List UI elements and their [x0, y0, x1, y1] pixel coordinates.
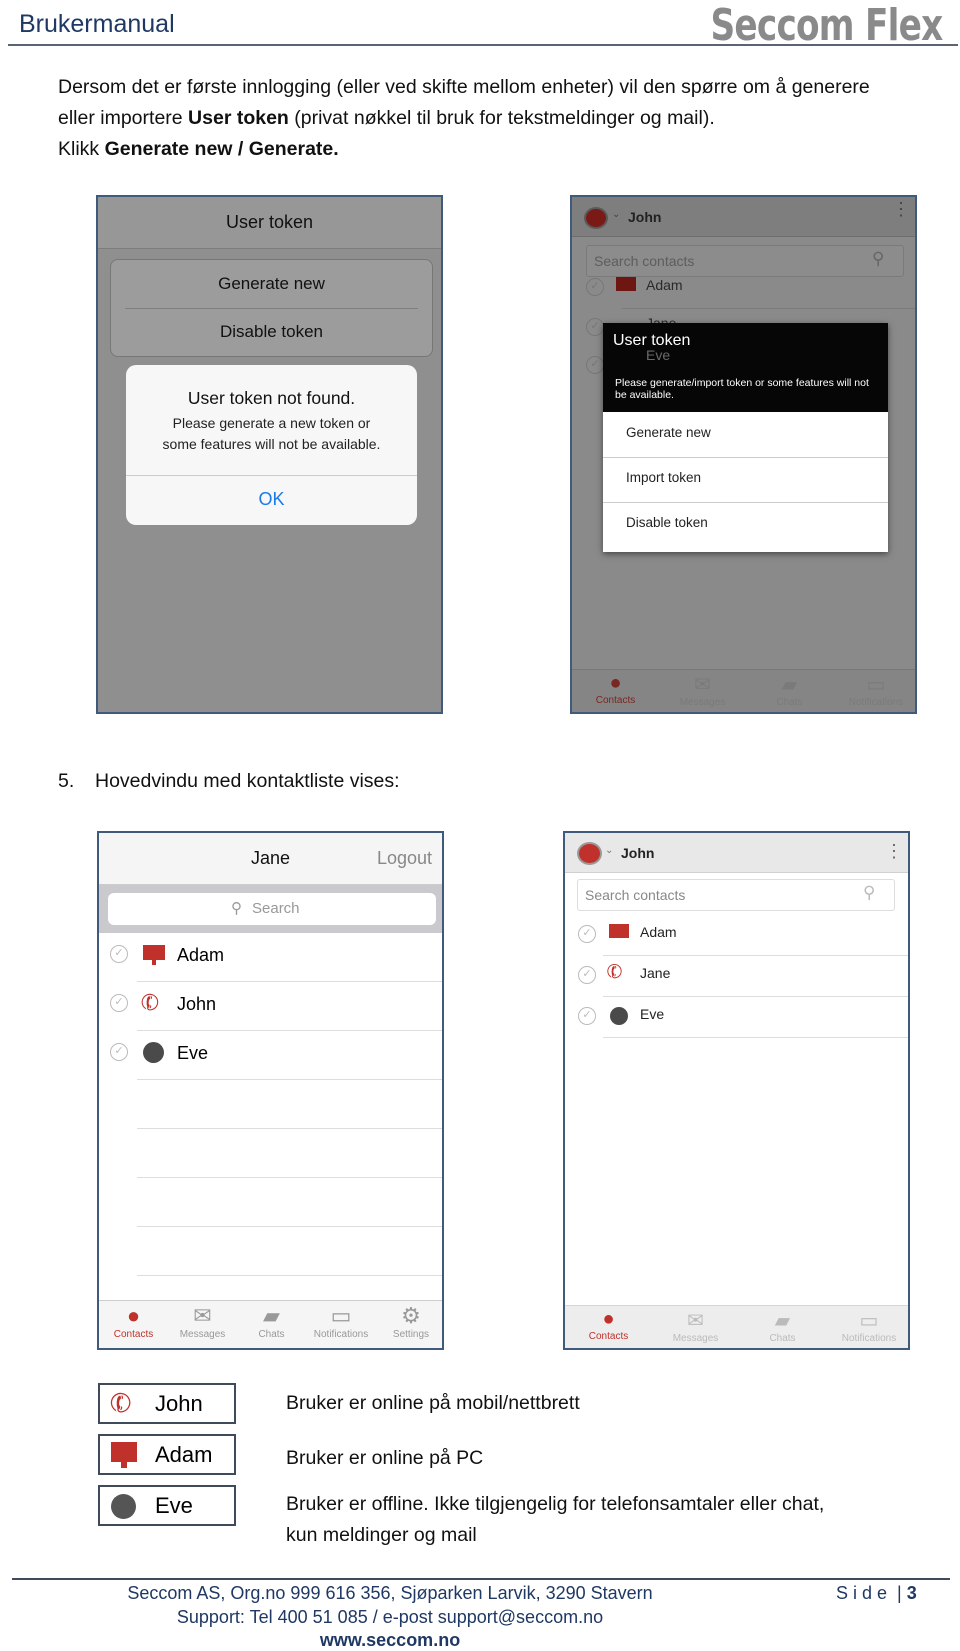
- import-token-button[interactable]: Import token: [626, 470, 701, 485]
- logout-button[interactable]: Logout: [377, 848, 432, 869]
- footer-divider: [12, 1578, 950, 1580]
- tab-contacts[interactable]: ● Contacts: [99, 1303, 168, 1340]
- person-icon: ●: [609, 672, 622, 694]
- search-icon[interactable]: ⚲: [872, 249, 884, 269]
- generate-new-button[interactable]: Generate new: [626, 425, 711, 440]
- ios-main-screenshot: Jane Logout ⚲ Search ✓ Adam ✓ ✆ John ✓ E…: [97, 831, 444, 1350]
- gear-icon: ⚙: [401, 1303, 421, 1328]
- status-indicator-icon[interactable]: [577, 842, 602, 865]
- search-input[interactable]: Search contacts: [594, 253, 694, 269]
- contact-name[interactable]: Jane: [640, 965, 670, 981]
- step-5-text: Hovedvindu med kontaktliste vises:: [95, 770, 400, 792]
- intro-line-3: Klikk Generate new / Generate.: [58, 138, 339, 160]
- monitor-icon: [609, 924, 629, 938]
- envelope-icon: ✉: [694, 674, 711, 696]
- envelope-icon: ✉: [687, 1310, 704, 1332]
- contact-name[interactable]: Adam: [640, 924, 677, 940]
- page-label: S i d e | 3: [836, 1583, 917, 1603]
- android-main-screenshot: ⌄ John ⋮ Search contacts ⚲ ✓ Adam ✓ ✆ Ja…: [563, 831, 910, 1350]
- tab-messages[interactable]: ✉ Messages: [659, 672, 746, 708]
- status-indicator-icon[interactable]: [584, 207, 608, 229]
- contact-name[interactable]: Eve: [640, 1006, 664, 1022]
- phone-icon: ✆: [603, 959, 627, 986]
- dialog-message: Please generate/import token or some fea…: [615, 377, 869, 401]
- search-icon: ⚲: [231, 900, 242, 917]
- legend-name: Eve: [155, 1493, 193, 1518]
- tab-contacts[interactable]: ● Contacts: [565, 1308, 652, 1342]
- action-sheet: Generate new Disable token: [110, 259, 433, 357]
- alert-dialog: User token not found. Please generate a …: [126, 365, 417, 525]
- legend-text: Bruker er online på PC: [286, 1447, 484, 1469]
- notice-board-icon: ▭: [859, 1310, 879, 1332]
- monitor-icon: [143, 945, 165, 960]
- legend-text-continued: kun meldinger og mail: [286, 1524, 477, 1546]
- tab-chats[interactable]: ▰ Chats: [746, 672, 833, 708]
- current-user: John: [621, 845, 655, 861]
- chat-bubbles-icon: ▰: [263, 1303, 280, 1328]
- search-input[interactable]: ⚲ Search: [108, 893, 436, 925]
- legend-name: Adam: [155, 1442, 213, 1467]
- intro-line-1: Dersom det er første innlogging (eller v…: [58, 76, 870, 98]
- phone-icon: ✆: [105, 1385, 137, 1421]
- tab-notifications[interactable]: ▭ Notifications: [833, 672, 915, 708]
- alert-title: User token not found.: [187, 388, 356, 408]
- alert-ok-button[interactable]: OK: [126, 489, 417, 510]
- overflow-menu-icon[interactable]: ⋮: [885, 841, 903, 862]
- step-5-number: 5.: [58, 770, 75, 792]
- android-token-screenshot: ⌄ John ⋮ Search contacts ⚲ ✓ Adam ✓ Jane…: [570, 195, 917, 714]
- phone-icon: ✆: [137, 987, 163, 1018]
- person-icon: ●: [126, 1303, 141, 1328]
- monitor-icon: [616, 277, 636, 291]
- legend-offline: Eve: [98, 1485, 236, 1526]
- intro-line-2: eller importere User token (privat nøkke…: [58, 107, 715, 129]
- legend-name: John: [155, 1391, 203, 1416]
- legend-pc: Adam: [98, 1434, 236, 1475]
- legend-text: Bruker er offline. Ikke tilgjengelig for…: [286, 1493, 825, 1515]
- tab-notifications[interactable]: ▭ Notifications: [306, 1303, 376, 1340]
- alert-message: some features will not be available.: [162, 436, 381, 452]
- header-divider: [8, 44, 958, 46]
- sheet-disable-token[interactable]: Disable token: [111, 322, 432, 342]
- tab-chats[interactable]: ▰ Chats: [739, 1308, 826, 1344]
- ios-token-title: User token: [225, 212, 314, 232]
- offline-dot-icon: [143, 1042, 164, 1063]
- tab-notifications[interactable]: ▭ Notifications: [826, 1308, 908, 1344]
- overflow-menu-icon[interactable]: ⋮: [892, 200, 910, 218]
- chat-bubbles-icon: ▰: [774, 1310, 791, 1332]
- offline-dot-icon: [111, 1494, 136, 1519]
- contact-name[interactable]: John: [177, 994, 216, 1015]
- tab-contacts[interactable]: ● Contacts: [572, 672, 659, 706]
- monitor-icon: [111, 1442, 137, 1462]
- chevron-down-icon: ⌄: [612, 209, 621, 220]
- notice-board-icon: ▭: [330, 1303, 352, 1328]
- tab-messages[interactable]: ✉ Messages: [168, 1303, 237, 1340]
- footer-company: Seccom AS, Org.no 999 616 356, Sjøparken…: [127, 1583, 653, 1603]
- envelope-icon: ✉: [193, 1303, 212, 1328]
- footer-support: Support: Tel 400 51 085 / e-post support…: [176, 1607, 604, 1627]
- tab-messages[interactable]: ✉ Messages: [652, 1308, 739, 1344]
- tab-chats[interactable]: ▰ Chats: [237, 1303, 306, 1340]
- tab-settings[interactable]: ⚙ Settings: [376, 1303, 442, 1340]
- chevron-down-icon: ⌄: [605, 845, 614, 856]
- sheet-generate-new[interactable]: Generate new: [111, 274, 432, 294]
- legend-mobile: ✆ John: [98, 1383, 236, 1424]
- ios-token-screenshot: User token Generate new Disable token Us…: [96, 195, 443, 714]
- contact-name: Adam: [646, 277, 683, 293]
- disable-token-button[interactable]: Disable token: [626, 515, 708, 530]
- search-icon[interactable]: ⚲: [863, 883, 875, 903]
- alert-message: Please generate a new token or: [172, 415, 371, 431]
- footer-website-link[interactable]: www.seccom.no: [100, 1630, 680, 1651]
- chat-bubbles-icon: ▰: [781, 674, 798, 696]
- offline-dot-icon: [610, 1007, 628, 1025]
- legend-text: Bruker er online på mobil/nettbrett: [286, 1392, 580, 1414]
- contact-name: Eve: [646, 347, 671, 363]
- notice-board-icon: ▭: [866, 674, 886, 696]
- contact-name[interactable]: Eve: [177, 1043, 208, 1064]
- document-header-title: Brukermanual: [19, 10, 175, 38]
- search-placeholder: Search contacts: [585, 887, 686, 903]
- current-user: John: [628, 209, 662, 225]
- person-icon: ●: [602, 1308, 615, 1330]
- contact-name[interactable]: Adam: [177, 945, 224, 966]
